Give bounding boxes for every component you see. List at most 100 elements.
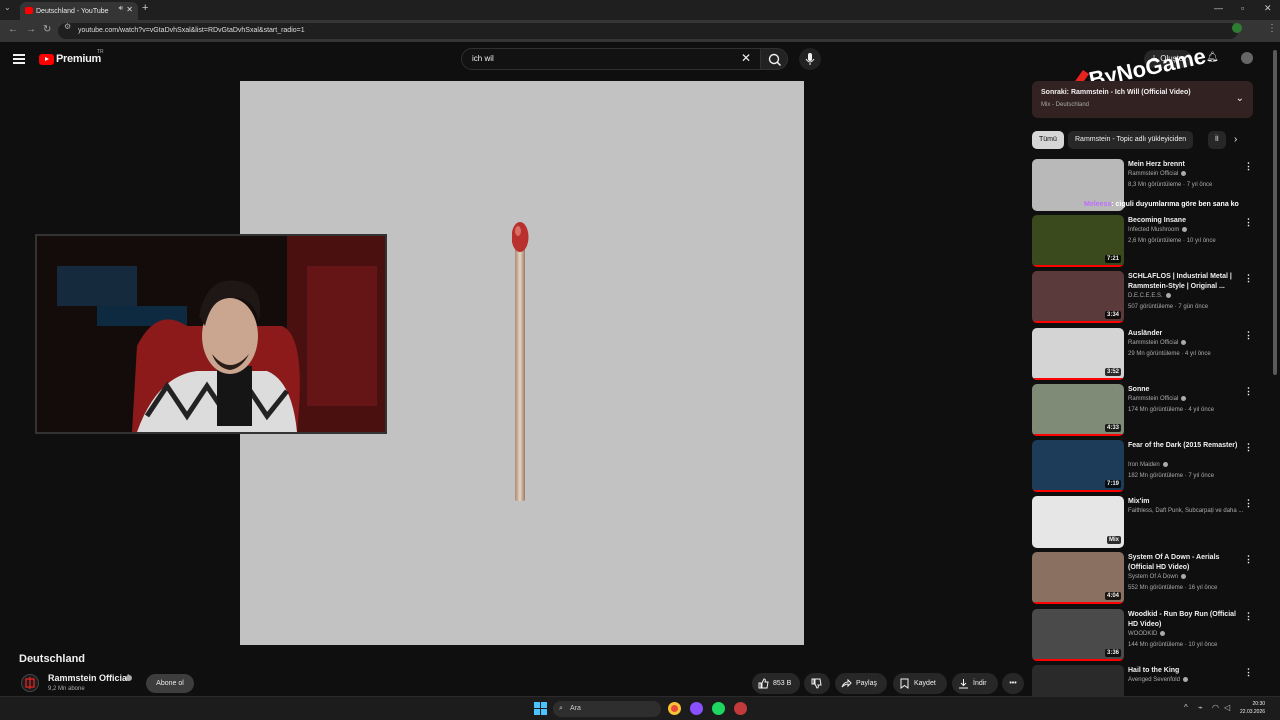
more-vertical-icon[interactable]: ⋮ (1244, 554, 1253, 565)
recommendation-card[interactable]: 4:33 Sonne Rammstein Official 174 Mn görünt… (1032, 384, 1257, 438)
video-title[interactable]: Mein Herz brennt (1128, 160, 1240, 170)
minimize-icon[interactable]: — (1214, 3, 1223, 13)
more-vertical-icon[interactable]: ⋮ (1244, 498, 1253, 509)
address-bar[interactable]: youtube.com/watch?v=vGtaDvhSxal&list=RDv… (58, 23, 1238, 39)
channel-name[interactable]: Infected Mushroom (1128, 227, 1188, 233)
channel-name[interactable]: Rammstein Official (1128, 340, 1187, 346)
recommendation-card[interactable]: 4:04 System Of A Down - Aerials (Official… (1032, 552, 1257, 606)
more-vertical-icon[interactable]: ⋮ (1244, 273, 1253, 284)
search-input[interactable]: ich wil (461, 48, 761, 70)
user-avatar[interactable] (1241, 52, 1253, 64)
more-actions-button[interactable]: ••• (1002, 673, 1024, 694)
recommendation-card[interactable]: Mix Mix'im Faithless, Daft Punk, Subcarpaț… (1032, 496, 1257, 550)
more-vertical-icon[interactable]: ⋮ (1244, 217, 1253, 228)
channel-name[interactable]: Rammstein Official (1128, 396, 1187, 402)
taskbar-search-input[interactable]: ⌕ Ara (553, 701, 661, 717)
recommendation-card[interactable]: 7:21 Becoming Insane Infected Mushroom 2,6 … (1032, 215, 1257, 269)
tab-list-icon[interactable]: ⌄ (4, 3, 11, 12)
download-button[interactable]: İndir (952, 673, 998, 694)
share-button[interactable]: Paylaş (835, 673, 887, 694)
channel-name-text: Avenged Sevenfold (1128, 677, 1180, 684)
more-vertical-icon[interactable]: ⋮ (1244, 386, 1253, 397)
clear-search-icon[interactable]: ✕ (741, 51, 751, 65)
tab-close-icon[interactable]: ✕ (126, 5, 133, 14)
voice-search-button[interactable] (799, 48, 821, 70)
discord-icon[interactable] (690, 702, 703, 715)
obs-icon[interactable] (734, 702, 747, 715)
video-title[interactable]: Woodkid - Run Boy Run (Official HD Video… (1128, 610, 1240, 630)
chrome-icon[interactable] (668, 702, 681, 715)
video-duration-badge: Mix (1106, 536, 1121, 544)
more-vertical-icon[interactable]: ⋮ (1244, 330, 1253, 341)
video-thumbnail[interactable]: 7:21 (1032, 215, 1124, 267)
dislike-button[interactable] (804, 673, 830, 694)
recommendation-card[interactable]: 3:52 Ausländer Rammstein Official 29 Mn gör… (1032, 328, 1257, 382)
reload-icon[interactable]: ↻ (43, 24, 51, 35)
forward-icon[interactable]: → (26, 24, 36, 35)
video-thumbnail[interactable]: 4:04 (1032, 552, 1124, 604)
maximize-icon[interactable]: ▫ (1241, 3, 1244, 13)
chevron-down-icon[interactable]: ⌄ (1236, 93, 1244, 104)
speaker-icon[interactable]: 🔊︎ (119, 5, 123, 13)
more-vertical-icon[interactable]: ⋮ (1244, 611, 1253, 622)
page-scrollbar[interactable] (1273, 50, 1277, 375)
like-button[interactable]: 853 B (752, 673, 800, 694)
chip-truncated[interactable]: İl (1208, 131, 1226, 149)
more-vertical-icon[interactable]: ⋮ (1244, 442, 1253, 453)
channel-name[interactable]: System Of A Down (1128, 574, 1187, 580)
youtube-premium-logo[interactable]: Premium TR (39, 49, 104, 65)
video-title[interactable]: SCHLAFLOS | Industrial Metal | Rammstein… (1128, 272, 1240, 292)
video-thumbnail[interactable]: 4:33 (1032, 384, 1124, 436)
channel-name[interactable]: D.E.C.E.E.S. (1128, 293, 1171, 299)
search-button[interactable] (760, 48, 788, 70)
new-tab-button[interactable]: + (142, 2, 148, 14)
window-close-icon[interactable]: ✕ (1264, 3, 1272, 14)
chip-all[interactable]: Tümü (1032, 131, 1064, 149)
recommendation-card[interactable]: 3:36 Woodkid - Run Boy Run (Official HD V… (1032, 609, 1257, 663)
browser-menu-icon[interactable]: ⋮ (1267, 23, 1277, 34)
video-thumbnail[interactable]: Mix (1032, 496, 1124, 548)
subscribe-button[interactable]: Abone ol (146, 674, 194, 693)
video-thumbnail[interactable]: 3:36 (1032, 609, 1124, 661)
recommendation-card[interactable]: 3:34 SCHLAFLOS | Industrial Metal | Ramms… (1032, 271, 1257, 325)
more-vertical-icon[interactable]: ⋮ (1244, 667, 1253, 678)
hamburger-menu-icon[interactable] (13, 54, 25, 64)
site-info-icon[interactable]: ⚙ (64, 22, 71, 31)
chevron-right-icon[interactable]: › (1234, 134, 1237, 145)
share-icon (841, 678, 852, 688)
video-title[interactable]: Sonne (1128, 385, 1240, 395)
verified-badge-icon (1181, 340, 1187, 345)
video-thumbnail[interactable]: 3:34 (1032, 271, 1124, 323)
chevron-up-icon[interactable]: ^ (1184, 703, 1188, 712)
wifi-icon[interactable]: ◠ (1212, 703, 1219, 712)
video-title[interactable]: System Of A Down - Aerials (Official HD … (1128, 553, 1240, 573)
video-title[interactable]: Becoming Insane (1128, 216, 1240, 226)
verified-badge-icon (1182, 677, 1188, 682)
video-title[interactable]: Fear of the Dark (2015 Remaster) (1128, 441, 1240, 451)
up-next-panel[interactable]: Sonraki: Rammstein - Ich Will (Official … (1032, 81, 1253, 118)
recommendation-card[interactable]: 7:19 Fear of the Dark (2015 Remaster) Iron… (1032, 440, 1257, 494)
more-vertical-icon[interactable]: ⋮ (1244, 161, 1253, 172)
volume-icon[interactable]: ◁ (1224, 703, 1230, 712)
channel-name[interactable]: Rammstein Official (48, 673, 130, 683)
save-button[interactable]: Kaydet (893, 673, 947, 694)
video-title[interactable]: Ausländer (1128, 329, 1240, 339)
system-clock[interactable]: 20:30 22.03.2026 (1240, 700, 1265, 716)
video-title[interactable]: Mix'im (1128, 497, 1240, 507)
channel-name[interactable]: Iron Maiden (1128, 462, 1168, 468)
channel-name[interactable]: Avenged Sevenfold (1128, 677, 1188, 683)
video-thumbnail[interactable]: 7:19 (1032, 440, 1124, 492)
chip-rammstein-topic[interactable]: Rammstein - Topic adlı yükleyiciden (1068, 131, 1194, 149)
channel-name[interactable]: Rammstein Official (1128, 171, 1187, 177)
channel-name[interactable]: WOODKID (1128, 631, 1166, 637)
back-icon[interactable]: ← (8, 24, 18, 35)
channel-name[interactable]: Faithless, Daft Punk, Subcarpați ve daha… (1128, 508, 1243, 514)
video-title[interactable]: Hail to the King (1128, 666, 1240, 676)
browser-tab[interactable]: Deutschland - YouTube 🔊︎ ✕ (20, 2, 138, 20)
spotify-icon[interactable] (712, 702, 725, 715)
channel-avatar[interactable] (21, 674, 39, 692)
network-icon[interactable]: ⌁ (1198, 703, 1203, 712)
clock-time: 20:30 (1252, 701, 1266, 707)
video-thumbnail[interactable]: 3:52 (1032, 328, 1124, 380)
windows-start-icon[interactable] (534, 702, 547, 715)
